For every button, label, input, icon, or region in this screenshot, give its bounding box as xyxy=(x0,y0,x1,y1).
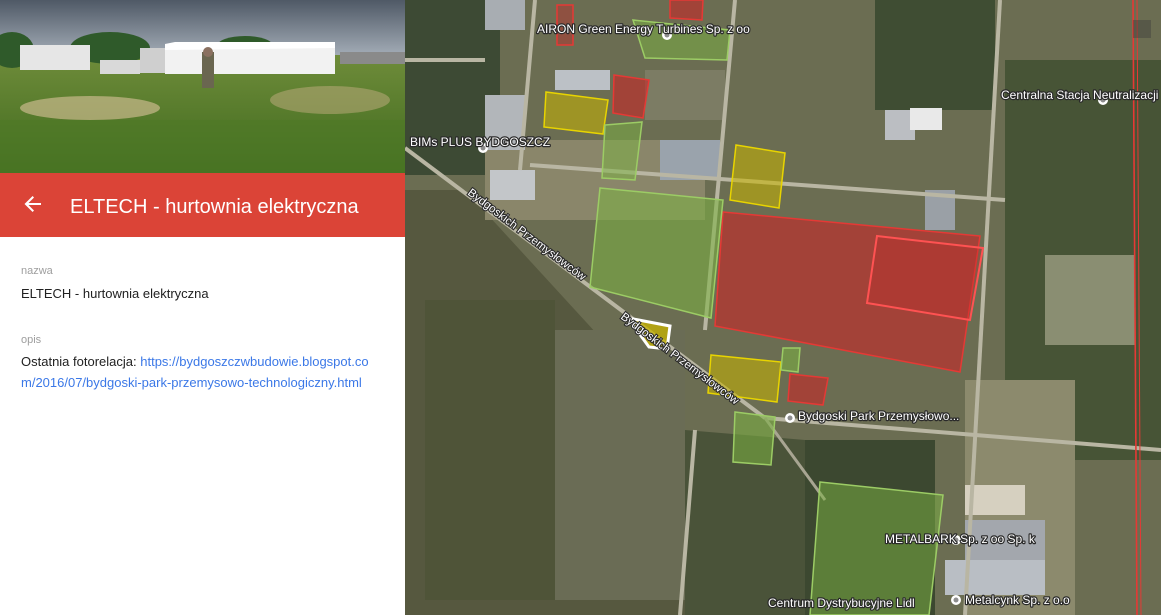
field-value-nazwa: ELTECH - hurtownia elektryczna xyxy=(21,286,209,301)
field-value-opis: Ostatnia fotorelacja: https://bydgoszczw… xyxy=(21,351,383,393)
map-label-park: Bydgoski Park Przemysłowo... xyxy=(798,409,959,423)
zone-red xyxy=(787,373,829,406)
map-label-bims: BIMs PLUS BYDGOSZCZ xyxy=(410,135,550,149)
zone-green xyxy=(732,411,776,466)
feature-title: ELTECH - hurtownia elektryczna xyxy=(70,196,359,218)
feature-header: ELTECH - hurtownia elektryczna xyxy=(0,173,405,237)
map-label-metalcynk: Metalcynk Sp. z o.o xyxy=(965,593,1070,607)
zone-yellow xyxy=(729,144,786,209)
details-panel: ELTECH - hurtownia elektryczna nazwa ELT… xyxy=(0,0,405,615)
place-photo xyxy=(0,0,405,173)
field-label-opis: opis xyxy=(21,334,42,346)
map-label-lidl: Centrum Dystrybucyjne Lidl xyxy=(768,596,915,610)
zone-green xyxy=(780,347,801,373)
zone-red xyxy=(669,0,704,21)
arrow-left-icon[interactable] xyxy=(20,191,46,217)
satellite-map[interactable]: AIRON Green Energy Turbines Sp. z oo BIM… xyxy=(405,0,1161,615)
zone-red xyxy=(612,74,650,119)
zone-green xyxy=(601,121,643,181)
grid-icon xyxy=(1133,20,1151,38)
description-text: Ostatnia fotorelacja: xyxy=(21,354,141,369)
map-label-stacja: Centralna Stacja Neutralizacji xyxy=(1001,88,1158,102)
field-label-nazwa: nazwa xyxy=(21,265,53,277)
zone-yellow xyxy=(543,91,609,135)
map-label-metalbark: METALBARK Sp. z oo Sp. k xyxy=(885,532,1036,546)
map-label-airon: AIRON Green Energy Turbines Sp. z oo xyxy=(537,22,750,36)
